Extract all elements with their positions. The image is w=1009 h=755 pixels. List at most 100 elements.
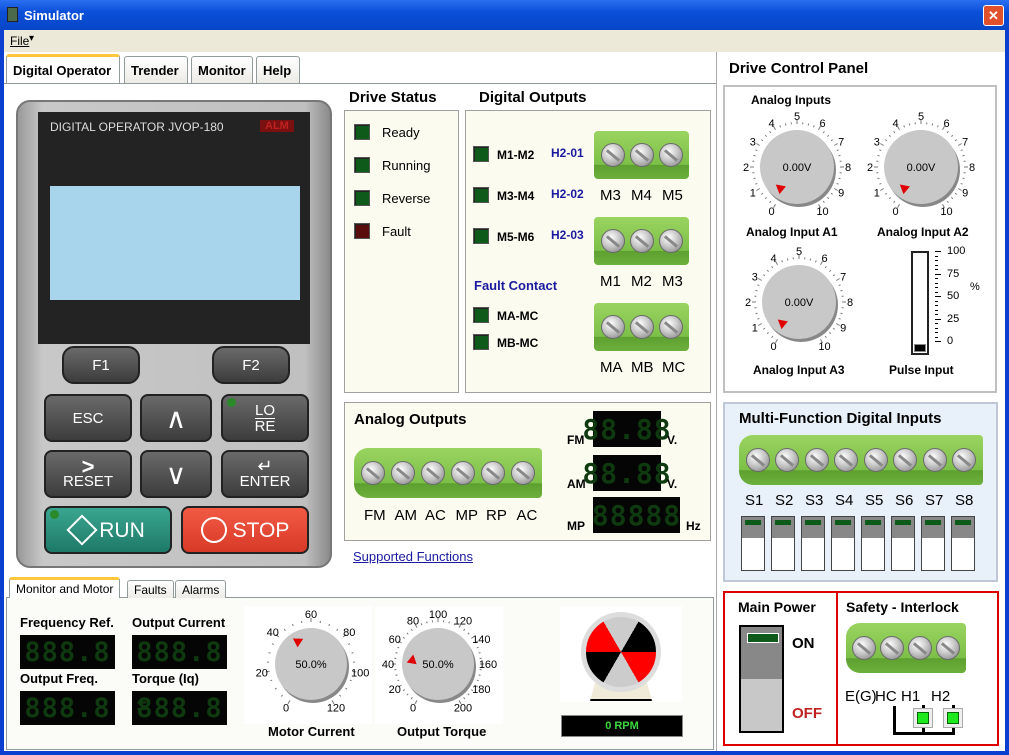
monitor-label: Output Freq. — [20, 671, 98, 686]
analog-input-a3-knob[interactable]: 01 2 34 5 6 7 8 9 10 0.00V — [745, 246, 853, 353]
monitor-label: Frequency Ref. — [20, 615, 114, 630]
input-switch-indicator — [835, 520, 851, 525]
knob-tick-label: 0 — [770, 341, 776, 353]
terminal-screw — [908, 636, 932, 660]
terminal-screw — [361, 461, 385, 485]
input-switch-s8[interactable] — [951, 516, 975, 571]
h2-jumper-button[interactable] — [943, 708, 963, 728]
knob-tick — [877, 177, 880, 180]
status-led-running — [354, 157, 370, 173]
input-label-s4: S4 — [835, 492, 854, 509]
tab-digital-operator[interactable]: Digital Operator — [6, 54, 120, 83]
input-switch-s1[interactable] — [741, 516, 765, 571]
knob-tick-label: 3 — [752, 272, 758, 284]
terminal-screw — [629, 315, 654, 339]
terminal-screw — [451, 461, 475, 485]
knob-tick — [397, 679, 400, 682]
supported-functions-link[interactable]: Supported Functions — [353, 549, 473, 564]
knob-tick-label: 3 — [750, 137, 756, 149]
terminal-screw — [629, 229, 654, 253]
tab-divider — [4, 83, 716, 84]
pulse-tick — [935, 255, 938, 257]
analog-input-a2-knob[interactable]: 01 2 34 5 6 7 8 9 10 0.00V — [867, 111, 975, 218]
alm-indicator: ALM — [260, 120, 294, 132]
knob-tick — [478, 674, 481, 676]
safety-label: E(G) — [845, 688, 877, 705]
pulse-tick-label: 25 — [947, 312, 960, 325]
terminal-label: M5 — [662, 187, 683, 204]
output-param-link[interactable]: H2-01 — [551, 146, 584, 160]
stop-key[interactable]: STOP — [181, 506, 309, 554]
f1-key[interactable]: F1 — [62, 346, 140, 384]
pulse-input-bar[interactable] — [911, 251, 929, 355]
input-switch-s5[interactable] — [861, 516, 885, 571]
fault-label: MB-MC — [497, 336, 539, 350]
tab-trender[interactable]: Trender — [124, 56, 188, 83]
run-label: RUN — [99, 518, 145, 542]
fault-led — [473, 334, 489, 350]
knob-tick — [420, 623, 423, 626]
run-led — [50, 510, 59, 519]
tab-faults[interactable]: Faults — [127, 580, 174, 598]
main-power-switch[interactable] — [739, 625, 784, 733]
re-label: RE — [254, 417, 276, 435]
tab-monitor-and-motor[interactable]: Monitor and Motor — [9, 577, 121, 598]
input-switch-s2[interactable] — [771, 516, 795, 571]
tab-monitor[interactable]: Monitor — [191, 56, 253, 83]
pulse-tick — [935, 282, 938, 284]
run-key[interactable]: RUN — [44, 506, 172, 554]
terminal-screw — [952, 448, 977, 472]
pulse-unit: % — [970, 281, 980, 293]
terminal-screw — [629, 143, 654, 167]
menu-file[interactable]: File — [10, 34, 29, 48]
esc-key[interactable]: ESC — [44, 394, 132, 442]
up-key[interactable]: ∧ — [140, 394, 212, 442]
run-icon — [66, 514, 98, 546]
lo-re-key[interactable]: LO RE — [221, 394, 309, 442]
tab-help[interactable]: Help — [256, 56, 300, 83]
input-switch-s4[interactable] — [831, 516, 855, 571]
knob-value: 50.0% — [422, 659, 453, 671]
input-switch-s7[interactable] — [921, 516, 945, 571]
input-switch-indicator — [745, 520, 761, 525]
f2-key[interactable]: F2 — [212, 346, 290, 384]
output-torque-gauge[interactable]: 0 20 40 60 80 100 120140 160 180200 50.0% — [382, 609, 497, 714]
pulse-tick-label: 100 — [947, 245, 966, 257]
input-switch-s6[interactable] — [891, 516, 915, 571]
motor-current-gauge[interactable]: 0 20 40 60 80 100 120 50.0% — [256, 609, 370, 714]
digital-inputs-title: Multi-Function Digital Inputs — [739, 410, 942, 427]
terminal-screw — [391, 461, 415, 485]
output-label: M3-M4 — [497, 189, 535, 203]
knob-tick — [879, 149, 882, 152]
terminal-screw — [880, 636, 904, 660]
h1-jumper-button[interactable] — [913, 708, 933, 728]
pulse-tick — [935, 273, 941, 275]
knob-tick — [838, 154, 841, 157]
output-param-link[interactable]: H2-03 — [551, 228, 584, 242]
digital-operator: DIGITAL OPERATOR JVOP-180 ALM F1 F2 ESC … — [16, 100, 332, 568]
tab-alarms[interactable]: Alarms — [175, 580, 227, 598]
close-button[interactable]: ✕ — [983, 5, 1004, 26]
reset-key[interactable]: > RESET — [44, 450, 132, 498]
input-switch-s3[interactable] — [801, 516, 825, 571]
motor-fan — [560, 606, 682, 702]
analog-input-a1-knob[interactable]: 01 2 34 5 6 7 8 9 10 0.00V — [743, 111, 851, 218]
knob-tick — [838, 317, 841, 320]
app-icon — [7, 7, 18, 22]
analog-input-a1-label: Analog Input A1 — [746, 225, 838, 239]
monitor-display: 888.8 — [20, 691, 115, 725]
pulse-input-fill — [914, 344, 926, 352]
down-key[interactable]: ∨ — [140, 450, 212, 498]
enter-key[interactable]: ↵ ENTER — [221, 450, 309, 498]
drive-status-title: Drive Status — [349, 89, 437, 106]
pulse-tick — [935, 269, 938, 270]
knob-tick — [395, 674, 398, 676]
pulse-tick — [935, 300, 938, 302]
divider — [836, 593, 838, 744]
analog-terminal-label: AM — [394, 507, 418, 524]
output-param-link[interactable]: H2-02 — [551, 187, 584, 201]
input-label-s1: S1 — [745, 492, 764, 509]
terminal-label: M3 — [662, 273, 683, 290]
knob-tick — [838, 177, 841, 180]
lcd-display — [50, 186, 300, 300]
